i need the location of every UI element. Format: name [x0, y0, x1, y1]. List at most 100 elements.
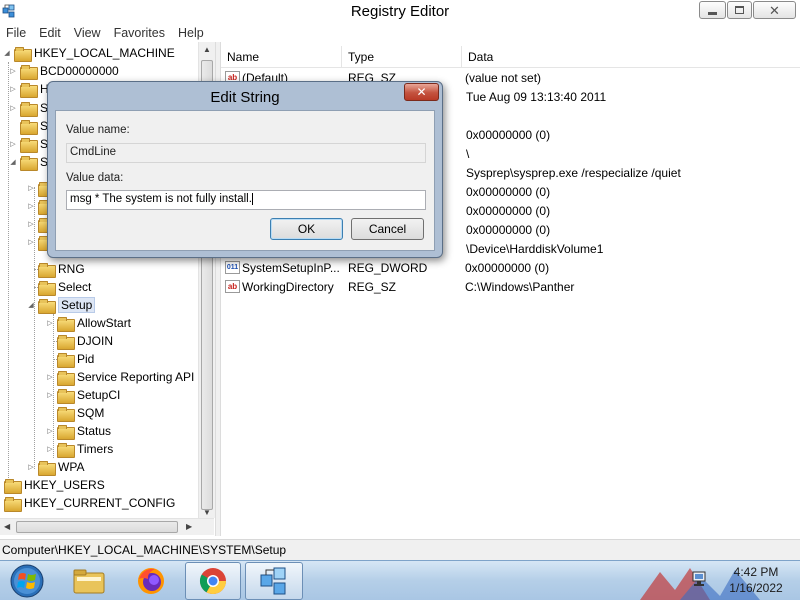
value-name-field[interactable]: CmdLine: [66, 143, 426, 163]
network-tray-button[interactable]: [688, 568, 710, 590]
folder-icon: [20, 137, 38, 153]
tree-item-hkey-users[interactable]: ▷ HKEY_USERS: [0, 476, 105, 494]
value-row[interactable]: \Device\HarddiskVolume1: [465, 239, 603, 258]
tree-item-djoin[interactable]: DJOIN: [45, 332, 113, 350]
tree-item-status[interactable]: ▷ Status: [45, 422, 111, 440]
value-row-systemsetupinprogress[interactable]: 011 SystemSetupInP... REG_DWORD 0x000000…: [225, 258, 549, 277]
value-row[interactable]: \: [465, 144, 469, 163]
taskbar-explorer-button[interactable]: [66, 562, 112, 600]
expand-arrow-icon[interactable]: ▷: [45, 390, 55, 400]
network-icon: [692, 571, 706, 586]
folder-icon: [20, 64, 38, 80]
expand-arrow-icon[interactable]: ▷: [45, 444, 55, 454]
expand-arrow-icon[interactable]: ▷: [45, 372, 55, 382]
regedit-icon: [260, 567, 286, 595]
folder-icon: [38, 460, 56, 476]
value-data: Tue Aug 09 13:13:40 2011: [466, 89, 607, 104]
tree-item-pid[interactable]: Pid: [45, 350, 94, 368]
value-data-text: msg * The system is not fully install.: [70, 193, 252, 206]
tree-item-service-reporting-api[interactable]: ▷ Service Reporting API: [45, 368, 194, 386]
value-row[interactable]: Sysprep\sysprep.exe /respecialize /quiet: [465, 163, 681, 182]
value-data: \Device\HarddiskVolume1: [466, 241, 604, 256]
value-row-workingdirectory[interactable]: ab WorkingDirectory REG_SZ C:\Windows\Pa…: [225, 277, 574, 296]
menu-edit[interactable]: Edit: [39, 26, 61, 40]
tree-item-hkey-current-config[interactable]: ▷ HKEY_CURRENT_CONFIG: [0, 494, 175, 512]
tray-clock[interactable]: 4:42 PM 1/16/2022: [714, 564, 798, 596]
menu-view[interactable]: View: [74, 26, 101, 40]
tree-label: Timers: [77, 442, 114, 456]
expand-arrow-icon[interactable]: ▷: [26, 183, 36, 193]
value-row[interactable]: Tue Aug 09 13:13:40 2011: [465, 87, 606, 106]
tree-item-software[interactable]: ▷ S: [8, 135, 48, 153]
expand-arrow-icon[interactable]: ▷: [45, 318, 55, 328]
tree-item-bcd[interactable]: ▷ BCD00000000: [8, 62, 119, 80]
taskbar-chrome-button[interactable]: [185, 562, 241, 600]
collapse-arrow-icon[interactable]: ◢: [26, 300, 36, 310]
expand-arrow-icon[interactable]: ▷: [26, 462, 36, 472]
firefox-icon: [138, 568, 164, 594]
expand-arrow-icon[interactable]: ▷: [45, 426, 55, 436]
tree-item-security[interactable]: S: [8, 117, 48, 135]
folder-icon: [4, 496, 22, 512]
tree-item-hardware[interactable]: ▷ H: [8, 80, 49, 98]
menu-help[interactable]: Help: [178, 26, 204, 40]
folder-icon: [57, 406, 75, 422]
scroll-right-icon[interactable]: ▶: [186, 522, 192, 531]
column-header-type[interactable]: Type: [342, 46, 462, 68]
expand-arrow-icon[interactable]: ▷: [8, 84, 18, 94]
column-header-data[interactable]: Data: [462, 46, 800, 68]
tree-item-hklm[interactable]: ◢ HKEY_LOCAL_MACHINE: [2, 44, 175, 62]
expand-arrow-icon[interactable]: ▷: [26, 219, 36, 229]
tree-item-sam[interactable]: ▷ S: [8, 99, 48, 117]
expand-arrow-icon[interactable]: ▷: [0, 498, 2, 508]
column-header-name[interactable]: Name: [221, 46, 342, 68]
folder-icon: [57, 352, 75, 368]
collapse-arrow-icon[interactable]: ◢: [2, 48, 12, 58]
tree-item-system[interactable]: ◢ S: [8, 153, 48, 171]
dialog-close-button[interactable]: ✕: [404, 83, 439, 101]
tree-label: BCD00000000: [40, 64, 119, 78]
tree-item-rng[interactable]: RNG: [26, 260, 85, 278]
scroll-left-icon[interactable]: ◀: [4, 522, 10, 531]
value-row[interactable]: 0x00000000 (0): [465, 182, 550, 201]
tree-item-setup[interactable]: ◢ Setup: [26, 296, 96, 314]
collapse-arrow-icon[interactable]: ◢: [8, 157, 18, 167]
value-row[interactable]: 0x00000000 (0): [465, 125, 550, 144]
tree-item-wpa[interactable]: ▷ WPA: [26, 458, 84, 476]
expand-arrow-icon[interactable]: ▷: [8, 139, 18, 149]
menu-favorites[interactable]: Favorites: [114, 26, 165, 40]
tree-item-timers[interactable]: ▷ Timers: [45, 440, 113, 458]
tree-horizontal-scroll-thumb[interactable]: [16, 521, 178, 533]
folder-icon: [38, 262, 56, 278]
tree-item-allowstart[interactable]: ▷ AllowStart: [45, 314, 131, 332]
value-name: SystemSetupInP...: [242, 260, 340, 275]
expand-arrow-icon[interactable]: ▷: [26, 201, 36, 211]
expand-arrow-icon[interactable]: ▷: [0, 480, 2, 490]
expand-arrow-icon[interactable]: ▷: [8, 103, 18, 113]
value-row[interactable]: 0x00000000 (0): [465, 201, 550, 220]
tree-label: AllowStart: [77, 316, 132, 330]
tree-item-select[interactable]: Select: [26, 278, 91, 296]
value-name-label: Value name:: [66, 124, 130, 136]
scroll-down-icon[interactable]: ▼: [203, 508, 211, 517]
value-data-input[interactable]: msg * The system is not fully install.: [66, 190, 426, 210]
taskbar-firefox-button[interactable]: [128, 562, 174, 600]
expand-arrow-icon[interactable]: ▷: [26, 237, 36, 247]
menu-file[interactable]: File: [6, 26, 26, 40]
taskbar-regedit-button[interactable]: [245, 562, 303, 600]
value-data: 0x00000000 (0): [465, 260, 550, 275]
close-button[interactable]: ✕: [753, 1, 796, 19]
minimize-button[interactable]: [699, 1, 726, 19]
tree-item-setupci[interactable]: ▷ SetupCI: [45, 386, 120, 404]
scroll-up-icon[interactable]: ▲: [203, 45, 211, 54]
expand-arrow-icon[interactable]: ▷: [8, 66, 18, 76]
cancel-button[interactable]: Cancel: [351, 218, 424, 240]
tree-horizontal-scrollbar[interactable]: ◀ ▶: [0, 518, 214, 535]
tree-item-sqm[interactable]: SQM: [45, 404, 104, 422]
value-data: \: [466, 146, 470, 161]
start-button[interactable]: [4, 562, 50, 600]
restore-button[interactable]: [727, 1, 752, 19]
arrow-icon: [26, 282, 36, 292]
ok-button[interactable]: OK: [270, 218, 343, 240]
value-row[interactable]: 0x00000000 (0): [465, 220, 550, 239]
